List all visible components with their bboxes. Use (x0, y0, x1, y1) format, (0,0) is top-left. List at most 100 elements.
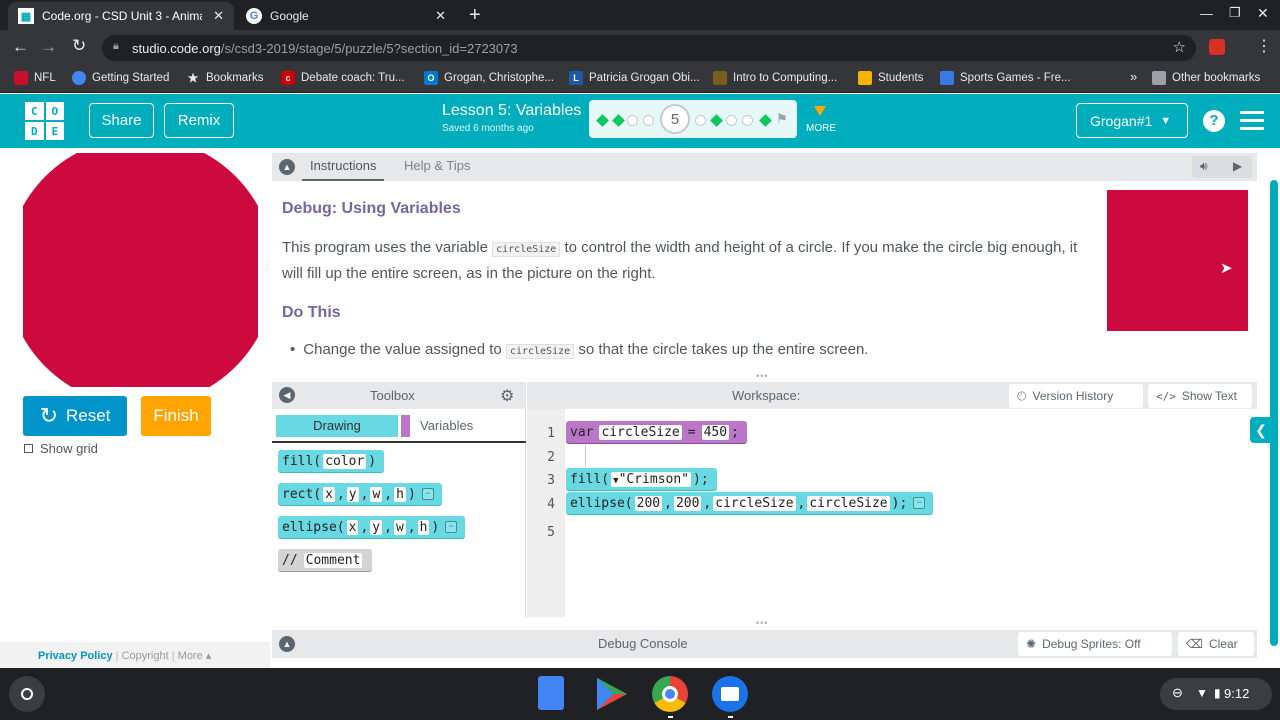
bookmark-grogan[interactable]: O Grogan, Christophe... (424, 71, 554, 85)
level-complete-icon[interactable] (710, 114, 723, 127)
resize-handle-icon[interactable]: ••• (756, 371, 768, 381)
speaker-icon[interactable]: 🔊︎ (1200, 159, 1208, 174)
close-tab-icon[interactable]: ✕ (213, 8, 224, 24)
toolbox-block-comment[interactable]: // Comment (278, 549, 373, 571)
share-button[interactable]: Share (89, 103, 154, 138)
tab-codeorg[interactable]: ▦ Code.org - CSD Unit 3 - Animatio ✕ (8, 2, 234, 30)
block-arg[interactable]: h (417, 519, 430, 535)
block-arg[interactable]: w (370, 486, 383, 502)
minimize-icon[interactable]: — (1200, 6, 1213, 21)
minus-icon[interactable]: − (913, 497, 926, 509)
star-icon[interactable]: ☆ (1173, 38, 1186, 56)
launcher-button[interactable] (9, 676, 45, 712)
level-complete-icon[interactable] (612, 114, 625, 127)
collapse-icon[interactable]: ▲ (279, 636, 295, 652)
reload-icon[interactable]: ↻ (72, 36, 86, 56)
level-dot[interactable] (627, 115, 638, 126)
forward-icon[interactable]: → (40, 37, 57, 57)
resize-handle-icon[interactable]: ••• (756, 618, 768, 628)
finish-button[interactable]: Finish (141, 396, 211, 436)
remix-button[interactable]: Remix (164, 103, 234, 138)
bookmark-sports-games[interactable]: Sports Games - Fre... (940, 71, 1071, 85)
lesson-title[interactable]: Lesson 5: Variables (442, 102, 581, 120)
show-text-button[interactable]: </> Show Text (1148, 384, 1252, 408)
close-tab-icon[interactable]: ✕ (435, 8, 446, 24)
flag-icon[interactable]: ⚑ (776, 111, 788, 127)
tab-google[interactable]: G Google ✕ (236, 2, 456, 30)
expand-panel-icon[interactable]: ❮ (1250, 417, 1272, 443)
game-stage[interactable] (23, 153, 258, 387)
debug-sprites-button[interactable]: ✺ Debug Sprites: Off (1018, 632, 1172, 656)
bookmark-bookmarks[interactable]: ★ Bookmarks (186, 71, 264, 85)
copyright-link[interactable]: Copyright (122, 650, 169, 662)
current-level[interactable]: 5 (660, 104, 690, 134)
help-icon[interactable]: ? (1203, 110, 1225, 132)
block-arg[interactable]: color (323, 453, 367, 469)
hamburger-menu-icon[interactable] (1240, 110, 1264, 130)
resize-handle-icon[interactable]: ⋮ (262, 260, 272, 271)
more-label[interactable]: MORE (806, 123, 836, 134)
extension-icon[interactable] (1209, 39, 1225, 55)
code-block-ellipse[interactable]: ellipse(200, 200, circleSize, circleSize); − (566, 492, 934, 514)
tab-help-tips[interactable]: Help & Tips (404, 153, 470, 181)
ellipse-w-field[interactable]: circleSize (713, 495, 796, 511)
category-drawing[interactable]: Drawing (276, 415, 398, 437)
ellipse-y-field[interactable]: 200 (673, 495, 702, 511)
maximize-icon[interactable]: ❐ (1229, 5, 1241, 21)
toolbox-block-rect[interactable]: rect(x, y, w, h) − (278, 483, 442, 505)
block-arg[interactable]: x (323, 486, 335, 502)
level-complete-icon[interactable] (596, 114, 609, 127)
menu-dots-icon[interactable]: ⋮ (1256, 36, 1272, 56)
collapse-left-icon[interactable]: ◀ (279, 387, 295, 403)
level-dot[interactable] (643, 115, 654, 126)
url-field[interactable]: 🔒︎ studio.code.org/s/csd3-2019/stage/5/p… (102, 35, 1196, 61)
close-window-icon[interactable]: ✕ (1257, 5, 1269, 22)
category-variables[interactable]: Variables (420, 418, 473, 433)
privacy-link[interactable]: Privacy Policy (38, 650, 113, 662)
level-complete-icon[interactable] (759, 114, 772, 127)
ellipse-x-field[interactable]: 200 (634, 495, 663, 511)
bookmarks-overflow-icon[interactable]: » (1130, 69, 1137, 84)
bookmark-nfl[interactable]: NFL (14, 71, 56, 85)
files-icon[interactable] (712, 676, 748, 712)
more-link[interactable]: More ▴ (178, 650, 212, 662)
color-dropdown[interactable]: ▼"Crimson" (611, 471, 692, 487)
reset-button[interactable]: ↻ Reset (23, 396, 127, 436)
codeorg-logo[interactable]: C O D E (25, 102, 64, 140)
back-icon[interactable]: ← (12, 37, 29, 57)
show-grid-toggle[interactable]: Show grid (24, 441, 98, 456)
user-menu-button[interactable]: Grogan#1 ▼ (1076, 103, 1188, 138)
workspace[interactable]: 1 2 3 4 5 var circleSize = 450; fill(▼"C… (527, 409, 1272, 617)
block-arg[interactable]: Comment (303, 552, 363, 568)
block-arg[interactable]: y (346, 486, 359, 502)
block-arg[interactable]: h (394, 486, 406, 502)
collapse-icon[interactable]: ▲ (279, 159, 295, 175)
clear-button[interactable]: ⌫ Clear (1178, 632, 1254, 656)
block-arg[interactable]: y (370, 519, 383, 535)
toolbox-block-ellipse[interactable]: ellipse(x, y, w, h) − (278, 516, 466, 538)
chrome-icon[interactable] (652, 676, 688, 712)
checkbox[interactable] (24, 444, 33, 453)
tab-instructions[interactable]: Instructions (302, 153, 385, 181)
gear-icon[interactable]: ⚙ (500, 386, 514, 406)
bookmark-intro-computing[interactable]: Intro to Computing... (713, 71, 837, 85)
bookmark-debate-coach[interactable]: c Debate coach: Tru... (281, 71, 405, 85)
google-docs-icon[interactable] (538, 676, 564, 710)
level-dot[interactable] (726, 115, 737, 126)
level-dot[interactable] (742, 115, 753, 126)
system-tray[interactable]: ⊖ ▼ ▮ 9:12 (1160, 678, 1272, 710)
variable-value-field[interactable]: 450 (701, 424, 730, 440)
ellipse-h-field[interactable]: circleSize (807, 495, 890, 511)
toolbox-block-fill[interactable]: fill(color) (278, 450, 384, 472)
level-dot[interactable] (695, 115, 706, 126)
block-arg[interactable]: x (346, 519, 359, 535)
page-scrollbar[interactable] (1270, 180, 1278, 646)
minus-icon[interactable]: − (421, 488, 434, 500)
code-block-var[interactable]: var circleSize = 450; (566, 421, 747, 443)
bookmark-students[interactable]: Students (858, 71, 923, 85)
version-history-button[interactable]: 🕘︎ Version History (1009, 384, 1143, 408)
code-block-fill[interactable]: fill(▼"Crimson"); (566, 468, 717, 490)
new-tab-icon[interactable]: + (469, 4, 481, 27)
minus-icon[interactable]: − (445, 521, 458, 533)
play-store-icon[interactable] (592, 676, 630, 712)
